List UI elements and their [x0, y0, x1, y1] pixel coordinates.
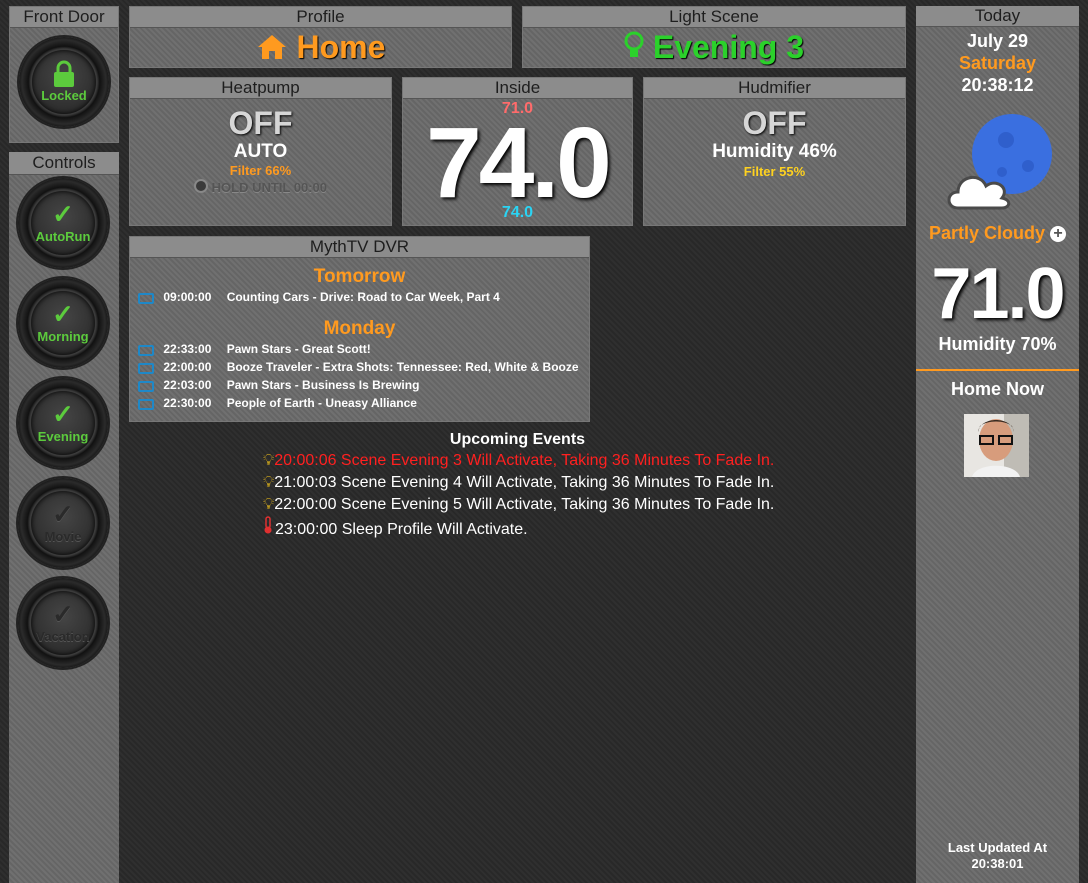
- hold-radio-icon[interactable]: [194, 179, 209, 193]
- inside-temperature: 74.0: [426, 107, 612, 219]
- event-item: 💡︎20:00:06 Scene Evening 3 Will Activate…: [263, 450, 774, 472]
- dvr-item-time: 22:33:00: [163, 342, 212, 356]
- light-scene-panel[interactable]: Light Scene Evening 3: [522, 6, 906, 68]
- check-icon: ✓: [52, 599, 74, 629]
- heatpump-state: OFF: [228, 105, 293, 141]
- profile-panel[interactable]: Profile Home: [129, 6, 512, 68]
- vacation-label: Vacation: [36, 629, 90, 644]
- controls-panel: Controls ✓ AutoRun ✓ Morning ✓ Evening ✓ Mov…: [9, 152, 119, 883]
- list-item[interactable]: 09:00:00 Counting Cars - Drive: Road to …: [130, 288, 589, 306]
- check-icon: ✓: [52, 399, 74, 429]
- dvr-item-time: 22:30:00: [163, 396, 212, 410]
- upcoming-events: Upcoming Events 💡︎20:00:06 Scene Evening…: [129, 430, 906, 538]
- tv-icon: [138, 293, 154, 304]
- thermometer-icon: [263, 516, 275, 541]
- home-now-title: Home Now: [950, 379, 1044, 399]
- event-text: 21:00:03 Scene Evening 4 Will Activate, …: [274, 474, 775, 491]
- upcoming-events-title: Upcoming Events: [449, 431, 586, 448]
- dvr-item-title: Booze Traveler - Extra Shots: Tennessee:…: [226, 360, 579, 374]
- event-text: 22:00:00 Scene Evening 5 Will Activate, …: [274, 496, 775, 513]
- humidifier-panel[interactable]: Hudmifier OFF Humidity 46% Filter 55%: [643, 77, 906, 226]
- heatpump-mode: AUTO: [233, 141, 288, 162]
- weather-condition: Partly Cloudy: [928, 223, 1045, 243]
- list-item[interactable]: 22:03:00 Pawn Stars - Business Is Brewin…: [130, 376, 589, 394]
- event-item: 💡︎22:00:00 Scene Evening 5 Will Activate…: [263, 494, 774, 516]
- dvr-item-title: People of Earth - Uneasy Alliance: [226, 396, 417, 410]
- lightbulb-icon: [624, 31, 644, 69]
- today-title: Today: [916, 6, 1079, 27]
- front-door-title: Front Door: [10, 7, 118, 28]
- movie-label: Movie: [44, 529, 82, 544]
- last-updated-label: Last Updated At: [947, 840, 1048, 855]
- dvr-day-tomorrow: Tomorrow: [313, 266, 406, 287]
- check-icon: ✓: [52, 299, 74, 329]
- dvr-item-title: Pawn Stars - Great Scott!: [226, 342, 371, 356]
- inside-panel[interactable]: Inside 71.0 74.0 74.0: [402, 77, 633, 226]
- humidifier-filter: Filter 55%: [743, 164, 806, 179]
- lightbulb-icon: 💡︎: [263, 452, 275, 469]
- front-door-lock-button[interactable]: Locked: [19, 37, 109, 127]
- tv-icon: [138, 399, 154, 410]
- humidifier-humidity: Humidity 46%: [712, 141, 837, 162]
- today-panel: Today July 29 Saturday 20:38:12 Partly C…: [916, 6, 1079, 883]
- check-icon: ✓: [52, 199, 74, 229]
- dvr-day-monday: Monday: [323, 318, 396, 339]
- tv-icon: [138, 381, 154, 392]
- dvr-item-time: 09:00:00: [163, 290, 212, 304]
- evening-label: Evening: [37, 429, 89, 444]
- tv-icon: [138, 363, 154, 374]
- humidifier-title: Hudmifier: [644, 78, 905, 99]
- morning-button[interactable]: ✓ Morning: [18, 278, 108, 368]
- profile-value: Home: [296, 29, 386, 65]
- list-item[interactable]: 22:00:00 Booze Traveler - Extra Shots: T…: [130, 358, 589, 376]
- dvr-item-title: Counting Cars - Drive: Road to Car Week,…: [226, 290, 500, 304]
- outside-temperature: 71.0: [931, 254, 1065, 334]
- today-weekday: Saturday: [958, 53, 1037, 73]
- vacation-button[interactable]: ✓ Vacation: [18, 578, 108, 668]
- heatpump-hold: HOLD UNTIL 00:00: [211, 180, 327, 195]
- event-item: 23:00:00 Sleep Profile Will Activate.: [263, 516, 774, 541]
- front-door-panel: Front Door Locked: [9, 6, 119, 143]
- lightbulb-icon: 💡︎: [263, 496, 275, 513]
- check-icon: ✓: [52, 499, 74, 529]
- inside-setpoint-low: 74.0: [501, 204, 534, 221]
- list-item[interactable]: 22:33:00 Pawn Stars - Great Scott!: [130, 340, 589, 358]
- humidifier-state: OFF: [742, 105, 807, 141]
- dvr-title: MythTV DVR: [130, 237, 589, 258]
- outside-humidity: Humidity 70%: [938, 334, 1057, 354]
- divider: [916, 369, 1079, 371]
- list-item[interactable]: 22:30:00 People of Earth - Uneasy Allian…: [130, 394, 589, 412]
- event-text: 20:00:06 Scene Evening 3 Will Activate, …: [274, 452, 775, 469]
- heatpump-title: Heatpump: [130, 78, 391, 99]
- lightbulb-icon: 💡︎: [263, 474, 275, 491]
- autorun-button[interactable]: ✓ AutoRun: [18, 178, 108, 268]
- light-scene-value: Evening 3: [652, 29, 805, 65]
- event-text: 23:00:00 Sleep Profile Will Activate.: [275, 521, 528, 538]
- controls-title: Controls: [9, 152, 119, 175]
- avatar[interactable]: [964, 414, 1029, 477]
- today-date: July 29: [966, 31, 1029, 51]
- today-time: 20:38:12: [961, 75, 1034, 95]
- front-door-lock-label: Locked: [41, 88, 87, 103]
- profile-title: Profile: [130, 7, 511, 28]
- morning-label: Morning: [37, 329, 89, 344]
- dvr-item-time: 22:03:00: [163, 378, 212, 392]
- tv-icon: [138, 345, 154, 356]
- dvr-panel: MythTV DVR Tomorrow 09:00:00 Counting Ca…: [129, 236, 590, 422]
- moon-cloud-icon: [944, 110, 1054, 220]
- autorun-label: AutoRun: [35, 229, 91, 244]
- dvr-item-time: 22:00:00: [163, 360, 212, 374]
- movie-button[interactable]: ✓ Movie: [18, 478, 108, 568]
- home-icon: [256, 31, 288, 69]
- heatpump-filter: Filter 66%: [229, 163, 292, 178]
- dvr-item-title: Pawn Stars - Business Is Brewing: [226, 378, 420, 392]
- light-scene-title: Light Scene: [523, 7, 905, 28]
- inside-title: Inside: [403, 78, 632, 99]
- event-item: 💡︎21:00:03 Scene Evening 4 Will Activate…: [263, 472, 774, 494]
- evening-button[interactable]: ✓ Evening: [18, 378, 108, 468]
- heatpump-panel[interactable]: Heatpump OFF AUTO Filter 66% HOLD UNTIL …: [129, 77, 392, 226]
- plus-circle-icon[interactable]: +: [1050, 226, 1067, 242]
- last-updated-time: 20:38:01: [971, 856, 1024, 871]
